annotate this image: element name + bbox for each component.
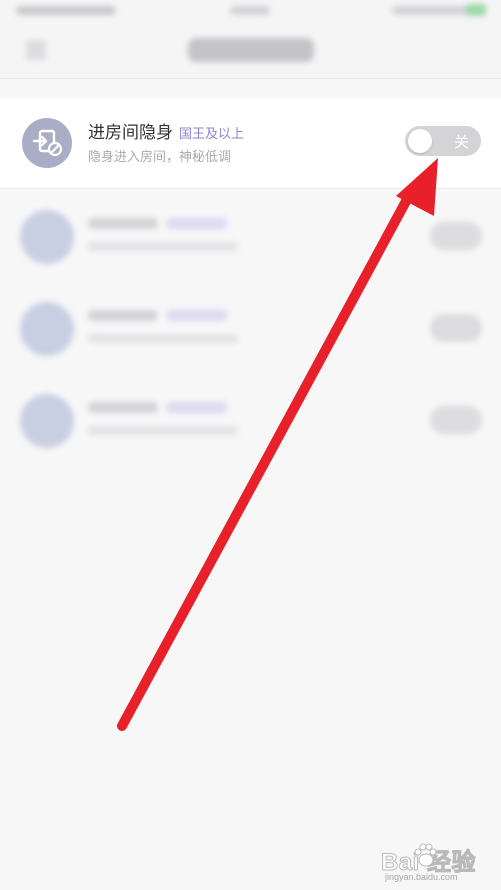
- back-icon[interactable]: [26, 40, 46, 60]
- invisible-enter-icon: [22, 118, 72, 168]
- avatar: [20, 210, 74, 264]
- list-item-toggle[interactable]: [430, 406, 482, 434]
- clock: [230, 6, 270, 15]
- list-item-subtitle: [88, 334, 238, 343]
- vip-level-badge: 国王及以上: [179, 127, 245, 142]
- setting-title-row: 进房间隐身 国王及以上: [88, 118, 244, 143]
- toggle-knob: [408, 129, 432, 153]
- list-item[interactable]: [0, 290, 501, 382]
- paw-icon: [414, 843, 437, 867]
- list-item-badge: [166, 218, 228, 229]
- list-item-title: [88, 218, 158, 229]
- list-item[interactable]: [0, 382, 501, 474]
- list-item-subtitle: [88, 242, 238, 251]
- carrier-indicator: [16, 6, 116, 15]
- list-item[interactable]: [0, 198, 501, 290]
- list-item-title: [88, 402, 158, 413]
- list-item-subtitle: [88, 426, 238, 435]
- list-item-toggle[interactable]: [430, 222, 482, 250]
- watermark-url: jingyan.baidu.com: [385, 872, 458, 882]
- battery-icon: [466, 4, 486, 16]
- list-item-title: [88, 310, 158, 321]
- header-blurred: [0, 0, 501, 79]
- setting-title: 进房间隐身: [88, 123, 173, 143]
- page-title: [188, 38, 314, 62]
- list-item-toggle[interactable]: [430, 314, 482, 342]
- avatar: [20, 394, 74, 448]
- avatar: [20, 302, 74, 356]
- list-item-badge: [166, 310, 228, 321]
- invisible-toggle[interactable]: 关: [405, 126, 481, 156]
- baidu-jingyan-watermark: Bai 经验 jingyan.baidu.com: [380, 840, 496, 886]
- toggle-state-label: 关: [453, 133, 469, 151]
- setting-description: 隐身进入房间，神秘低调: [88, 150, 232, 165]
- list-item-badge: [166, 402, 228, 413]
- setting-enter-room-invisible: 进房间隐身 国王及以上 隐身进入房间，神秘低调 关: [0, 98, 501, 189]
